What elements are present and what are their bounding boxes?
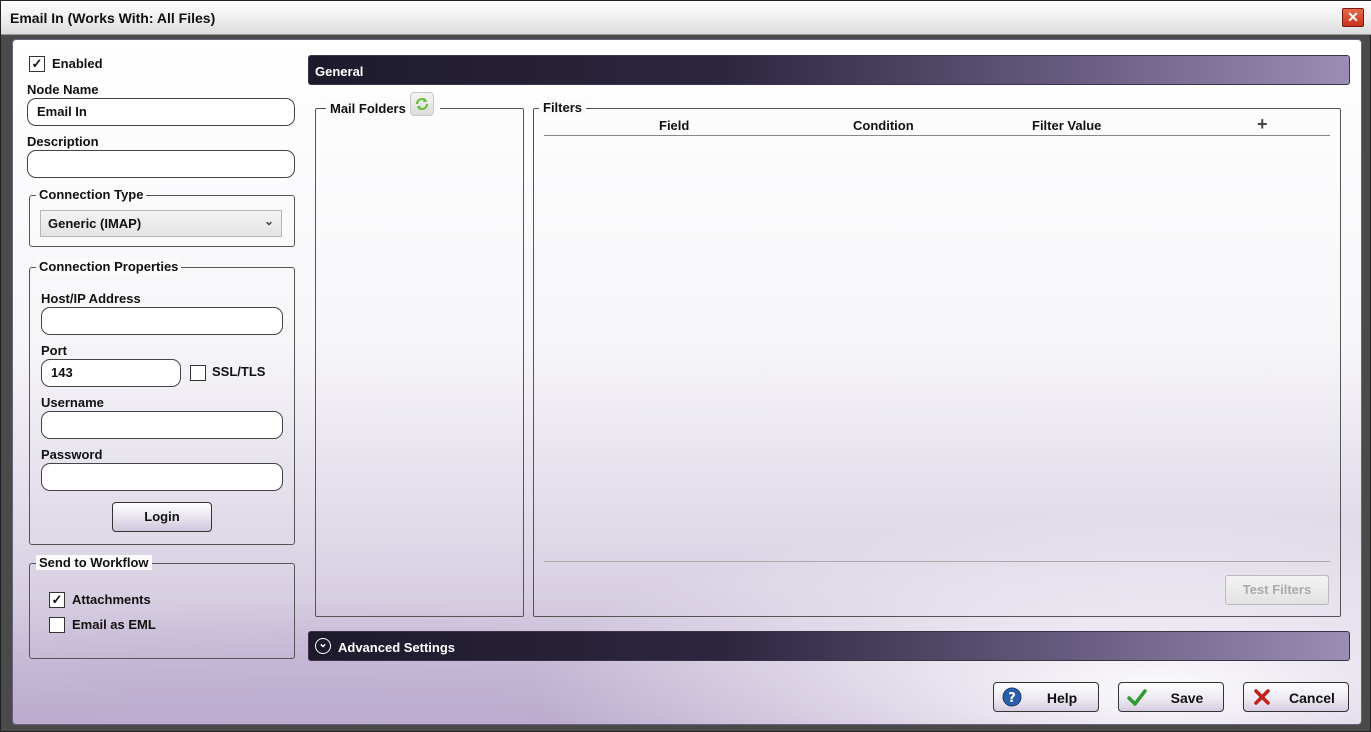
connection-type-value: Generic (IMAP) — [48, 216, 142, 231]
checkmark-icon: ✓ — [51, 592, 63, 607]
refresh-icon — [415, 97, 428, 110]
host-label: Host/IP Address — [41, 291, 141, 306]
port-value: 143 — [51, 365, 73, 380]
cancel-button[interactable]: Cancel — [1243, 682, 1349, 712]
connection-type-legend: Connection Type — [36, 187, 147, 202]
ssl-checkbox[interactable] — [190, 365, 206, 381]
general-panel-header[interactable]: General — [308, 55, 1350, 85]
ssl-label: SSL/TLS — [212, 364, 266, 379]
description-input[interactable] — [27, 150, 295, 178]
port-label: Port — [41, 343, 67, 358]
help-button[interactable]: ? Help — [993, 682, 1099, 712]
node-name-input[interactable]: Email In — [27, 98, 295, 126]
cancel-label: Cancel — [1289, 690, 1335, 706]
mail-folders-box: Mail Folders — [315, 91, 524, 617]
save-label: Save — [1170, 690, 1204, 706]
dialog-window: Email In (Works With: All Files) ✕ ✓ Ena… — [0, 0, 1371, 732]
filters-legend: Filters — [539, 100, 587, 115]
help-icon: ? — [1002, 687, 1022, 707]
login-label: Login — [144, 509, 180, 524]
email-as-eml-checkbox[interactable] — [49, 617, 65, 633]
refresh-folders-button[interactable] — [409, 91, 434, 116]
add-filter-button[interactable]: + — [1257, 114, 1268, 135]
email-as-eml-label: Email as EML — [72, 617, 156, 632]
title-bar[interactable]: Email In (Works With: All Files) ✕ — [1, 1, 1371, 35]
header-divider — [544, 135, 1330, 136]
description-label: Description — [27, 134, 99, 149]
help-label: Help — [1046, 690, 1078, 706]
checkmark-icon: ✓ — [31, 56, 43, 71]
test-filters-label: Test Filters — [1242, 582, 1312, 597]
username-input[interactable] — [41, 411, 283, 439]
node-name-label: Node Name — [27, 82, 99, 97]
close-icon: ✕ — [1347, 9, 1359, 25]
host-input[interactable] — [41, 307, 283, 335]
column-header-filter-value: Filter Value — [1032, 118, 1102, 133]
column-header-field: Field — [659, 118, 690, 133]
filters-box: Filters Field Condition Filter Value + T… — [533, 100, 1341, 617]
checkmark-icon — [1127, 689, 1147, 706]
enabled-checkbox[interactable]: ✓ — [29, 56, 45, 72]
expand-chevron-icon: ⌄ — [315, 638, 331, 654]
attachments-checkbox[interactable]: ✓ — [49, 592, 65, 608]
connection-properties-legend: Connection Properties — [36, 259, 182, 274]
footer-divider — [544, 561, 1330, 562]
cancel-x-icon — [1254, 689, 1270, 705]
column-header-condition: Condition — [853, 118, 914, 133]
enabled-label: Enabled — [52, 56, 103, 71]
mail-folders-label: Mail Folders — [330, 101, 406, 116]
chevron-down-icon: ⌄ — [263, 214, 274, 228]
send-to-workflow-legend: Send to Workflow — [36, 555, 152, 570]
attachments-label: Attachments — [72, 592, 151, 607]
connection-type-group: Connection Type Generic (IMAP) ⌄ — [29, 187, 295, 247]
mail-folders-legend: Mail Folders — [326, 91, 440, 116]
port-input[interactable]: 143 — [41, 359, 181, 387]
send-to-workflow-group: Send to Workflow ✓ Attachments Email as … — [29, 555, 295, 659]
test-filters-button[interactable]: Test Filters — [1225, 575, 1329, 605]
connection-properties-group: Connection Properties Host/IP Address Po… — [29, 259, 295, 545]
node-name-value: Email In — [37, 104, 87, 119]
window-title: Email In (Works With: All Files) — [10, 10, 216, 26]
general-header-label: General — [315, 64, 364, 79]
advanced-settings-header[interactable]: ⌄ Advanced Settings — [308, 631, 1350, 661]
username-label: Username — [41, 395, 104, 410]
save-button[interactable]: Save — [1118, 682, 1224, 712]
login-button[interactable]: Login — [112, 502, 212, 532]
password-label: Password — [41, 447, 103, 462]
advanced-settings-label: Advanced Settings — [338, 640, 456, 655]
svg-text:?: ? — [1008, 691, 1016, 706]
close-button[interactable]: ✕ — [1342, 8, 1364, 27]
dialog-body: ✓ Enabled Node Name Email In Description… — [12, 39, 1362, 725]
connection-type-select[interactable]: Generic (IMAP) ⌄ — [40, 210, 282, 237]
password-input[interactable] — [41, 463, 283, 491]
